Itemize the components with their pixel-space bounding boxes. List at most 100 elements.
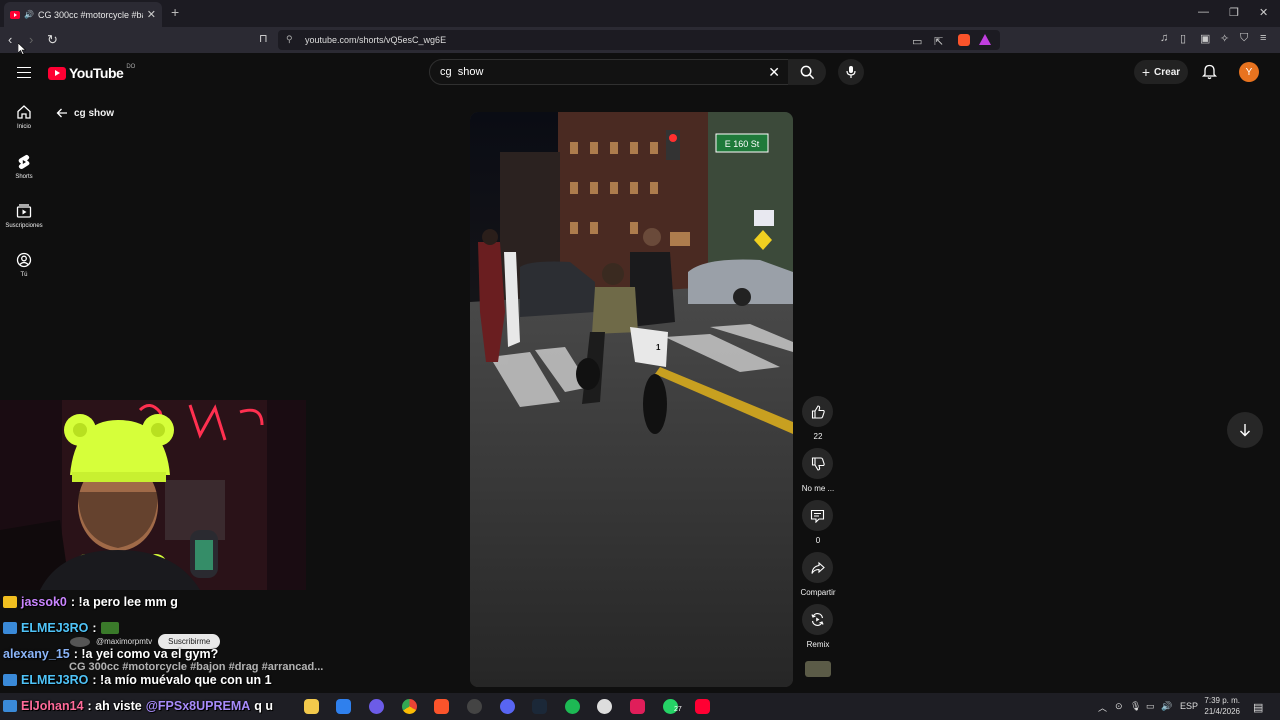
sub-badge-icon: [3, 674, 17, 686]
dislike-label: No me ...: [801, 484, 835, 493]
sound-thumbnail[interactable]: [805, 661, 831, 677]
next-short-button[interactable]: [1227, 412, 1263, 448]
nav-home-label: Inicio: [16, 124, 31, 130]
minimize-icon[interactable]: —: [1198, 6, 1209, 18]
leo-ai-icon[interactable]: ✧: [1220, 32, 1229, 45]
shorts-icon: [18, 154, 30, 169]
store-icon[interactable]: [336, 699, 351, 714]
search-button[interactable]: [788, 59, 826, 85]
crown-badge-icon: [3, 596, 17, 608]
comments-button[interactable]: [802, 500, 833, 531]
short-video-player[interactable]: E 160 St 1: [470, 112, 793, 687]
youtube-header: YouTube DO cg show ✕ + Crear Y: [0, 53, 1280, 93]
nav-shorts[interactable]: Shorts: [0, 154, 48, 180]
nav-home[interactable]: Inicio: [0, 104, 48, 130]
nav-you-label: Tú: [20, 272, 28, 278]
share-button[interactable]: [802, 552, 833, 583]
mic-tray-icon[interactable]: 🎙: [1130, 701, 1141, 712]
thumbs-up-icon: [811, 404, 825, 419]
video-frame: E 160 St 1: [470, 112, 793, 687]
arrow-left-icon: [56, 108, 67, 118]
network-icon[interactable]: ▭: [1146, 701, 1155, 712]
wallet-icon[interactable]: ▣: [1200, 32, 1210, 45]
share-page-icon[interactable]: ⇱: [934, 35, 943, 48]
nav-subscriptions[interactable]: Suscripciones: [0, 203, 48, 229]
tray-icon[interactable]: ⊙: [1115, 701, 1123, 712]
remix-button[interactable]: [802, 604, 833, 635]
like-count: 22: [813, 432, 823, 441]
search-value: cg show: [440, 66, 484, 78]
chat-text: : !a yei como va el gym?: [73, 647, 219, 661]
media-icon[interactable]: ♫: [1160, 32, 1168, 44]
tray-chevron-icon[interactable]: ︿: [1098, 701, 1107, 714]
brave-icon[interactable]: [434, 699, 449, 714]
app-icon[interactable]: [369, 699, 384, 714]
site-info-icon[interactable]: ⚲: [286, 34, 293, 45]
microphone-icon: [846, 66, 856, 78]
plus-icon: +: [1141, 64, 1151, 80]
arrow-down-icon: [1240, 424, 1250, 437]
nav-you[interactable]: Tú: [0, 252, 48, 278]
search-icon: [800, 65, 814, 79]
dislike-button[interactable]: [802, 448, 833, 479]
streamer-webcam: [0, 400, 306, 590]
app-icon-2[interactable]: [597, 699, 612, 714]
brave-rewards-icon[interactable]: [979, 34, 991, 45]
vpn-icon[interactable]: ⛉: [1240, 32, 1248, 45]
chat-message: alexany_15 : !a yei como va el gym?: [3, 647, 218, 661]
brave-shields-icon[interactable]: [958, 34, 970, 46]
mouse-cursor-icon: [18, 43, 26, 55]
steam-icon[interactable]: [532, 699, 547, 714]
chat-text: : !a mío muévalo que con un 1: [92, 673, 272, 687]
restore-icon[interactable]: ❐: [1229, 6, 1239, 19]
back-to-search[interactable]: cg show: [56, 107, 114, 119]
sidebar-icon[interactable]: ▯: [1180, 32, 1186, 45]
spotify-icon[interactable]: [565, 699, 580, 714]
cast-icon[interactable]: ▭: [912, 35, 922, 48]
voice-search-button[interactable]: [838, 59, 864, 85]
address-bar[interactable]: ⚲ youtube.com/shorts/vQ5esC_wg6E ▭ ⇱: [278, 30, 1000, 50]
create-button[interactable]: + Crear: [1134, 60, 1188, 84]
speaker-icon[interactable]: 🔊: [24, 10, 34, 19]
hamburger-menu-icon[interactable]: [17, 67, 31, 78]
notification-center-icon[interactable]: ▤: [1253, 701, 1263, 714]
close-window-icon[interactable]: ✕: [1259, 6, 1268, 19]
tab-title: CG 300cc #motorcycle #bajon: [37, 9, 143, 20]
like-button[interactable]: [802, 396, 833, 427]
channel-handle[interactable]: @maximorpmtv: [96, 637, 152, 646]
share-icon: [810, 561, 825, 574]
forward-icon[interactable]: ›: [29, 32, 33, 47]
channel-avatar: [70, 636, 90, 647]
discord-icon[interactable]: [500, 699, 515, 714]
youtube-logo[interactable]: YouTube DO: [48, 64, 136, 81]
menu-icon[interactable]: ≡: [1260, 32, 1266, 44]
language-indicator[interactable]: ESP: [1180, 701, 1198, 711]
comment-count: 0: [815, 536, 821, 545]
back-icon[interactable]: ‹: [8, 32, 12, 47]
browser-tab-active[interactable]: 🔊 CG 300cc #motorcycle #bajon ✕: [4, 2, 162, 27]
youtube-favicon-icon: [10, 10, 20, 19]
reload-icon[interactable]: ↻: [47, 32, 58, 48]
url-text: youtube.com/shorts/vQ5esC_wg6E: [305, 35, 447, 45]
app-icon-3[interactable]: [630, 699, 645, 714]
chat-text: : ah viste: [87, 699, 142, 713]
chat-username: ELMEJ3RO: [21, 621, 89, 635]
volume-icon[interactable]: 🔊: [1161, 701, 1172, 712]
bookmark-icon[interactable]: ⊓: [259, 32, 268, 45]
new-tab-icon[interactable]: +: [171, 4, 179, 20]
obs-icon[interactable]: [467, 699, 482, 714]
file-explorer-icon[interactable]: [304, 699, 319, 714]
country-code: DO: [126, 64, 136, 70]
close-tab-icon[interactable]: ✕: [147, 8, 156, 21]
chat-username: ELMEJ3RO: [21, 673, 89, 687]
clear-search-icon[interactable]: ✕: [768, 64, 780, 81]
search-input[interactable]: cg show ✕: [429, 59, 791, 85]
youtube-app-icon[interactable]: [695, 699, 710, 714]
notifications-button[interactable]: [1201, 64, 1218, 85]
emote-icon: [100, 622, 119, 634]
clock[interactable]: 7:39 p. m. 21/4/2026: [1200, 695, 1240, 717]
user-circle-icon: [16, 252, 32, 268]
chat-username: alexany_15: [3, 647, 70, 661]
avatar[interactable]: Y: [1239, 62, 1259, 82]
chrome-icon[interactable]: [402, 699, 417, 714]
